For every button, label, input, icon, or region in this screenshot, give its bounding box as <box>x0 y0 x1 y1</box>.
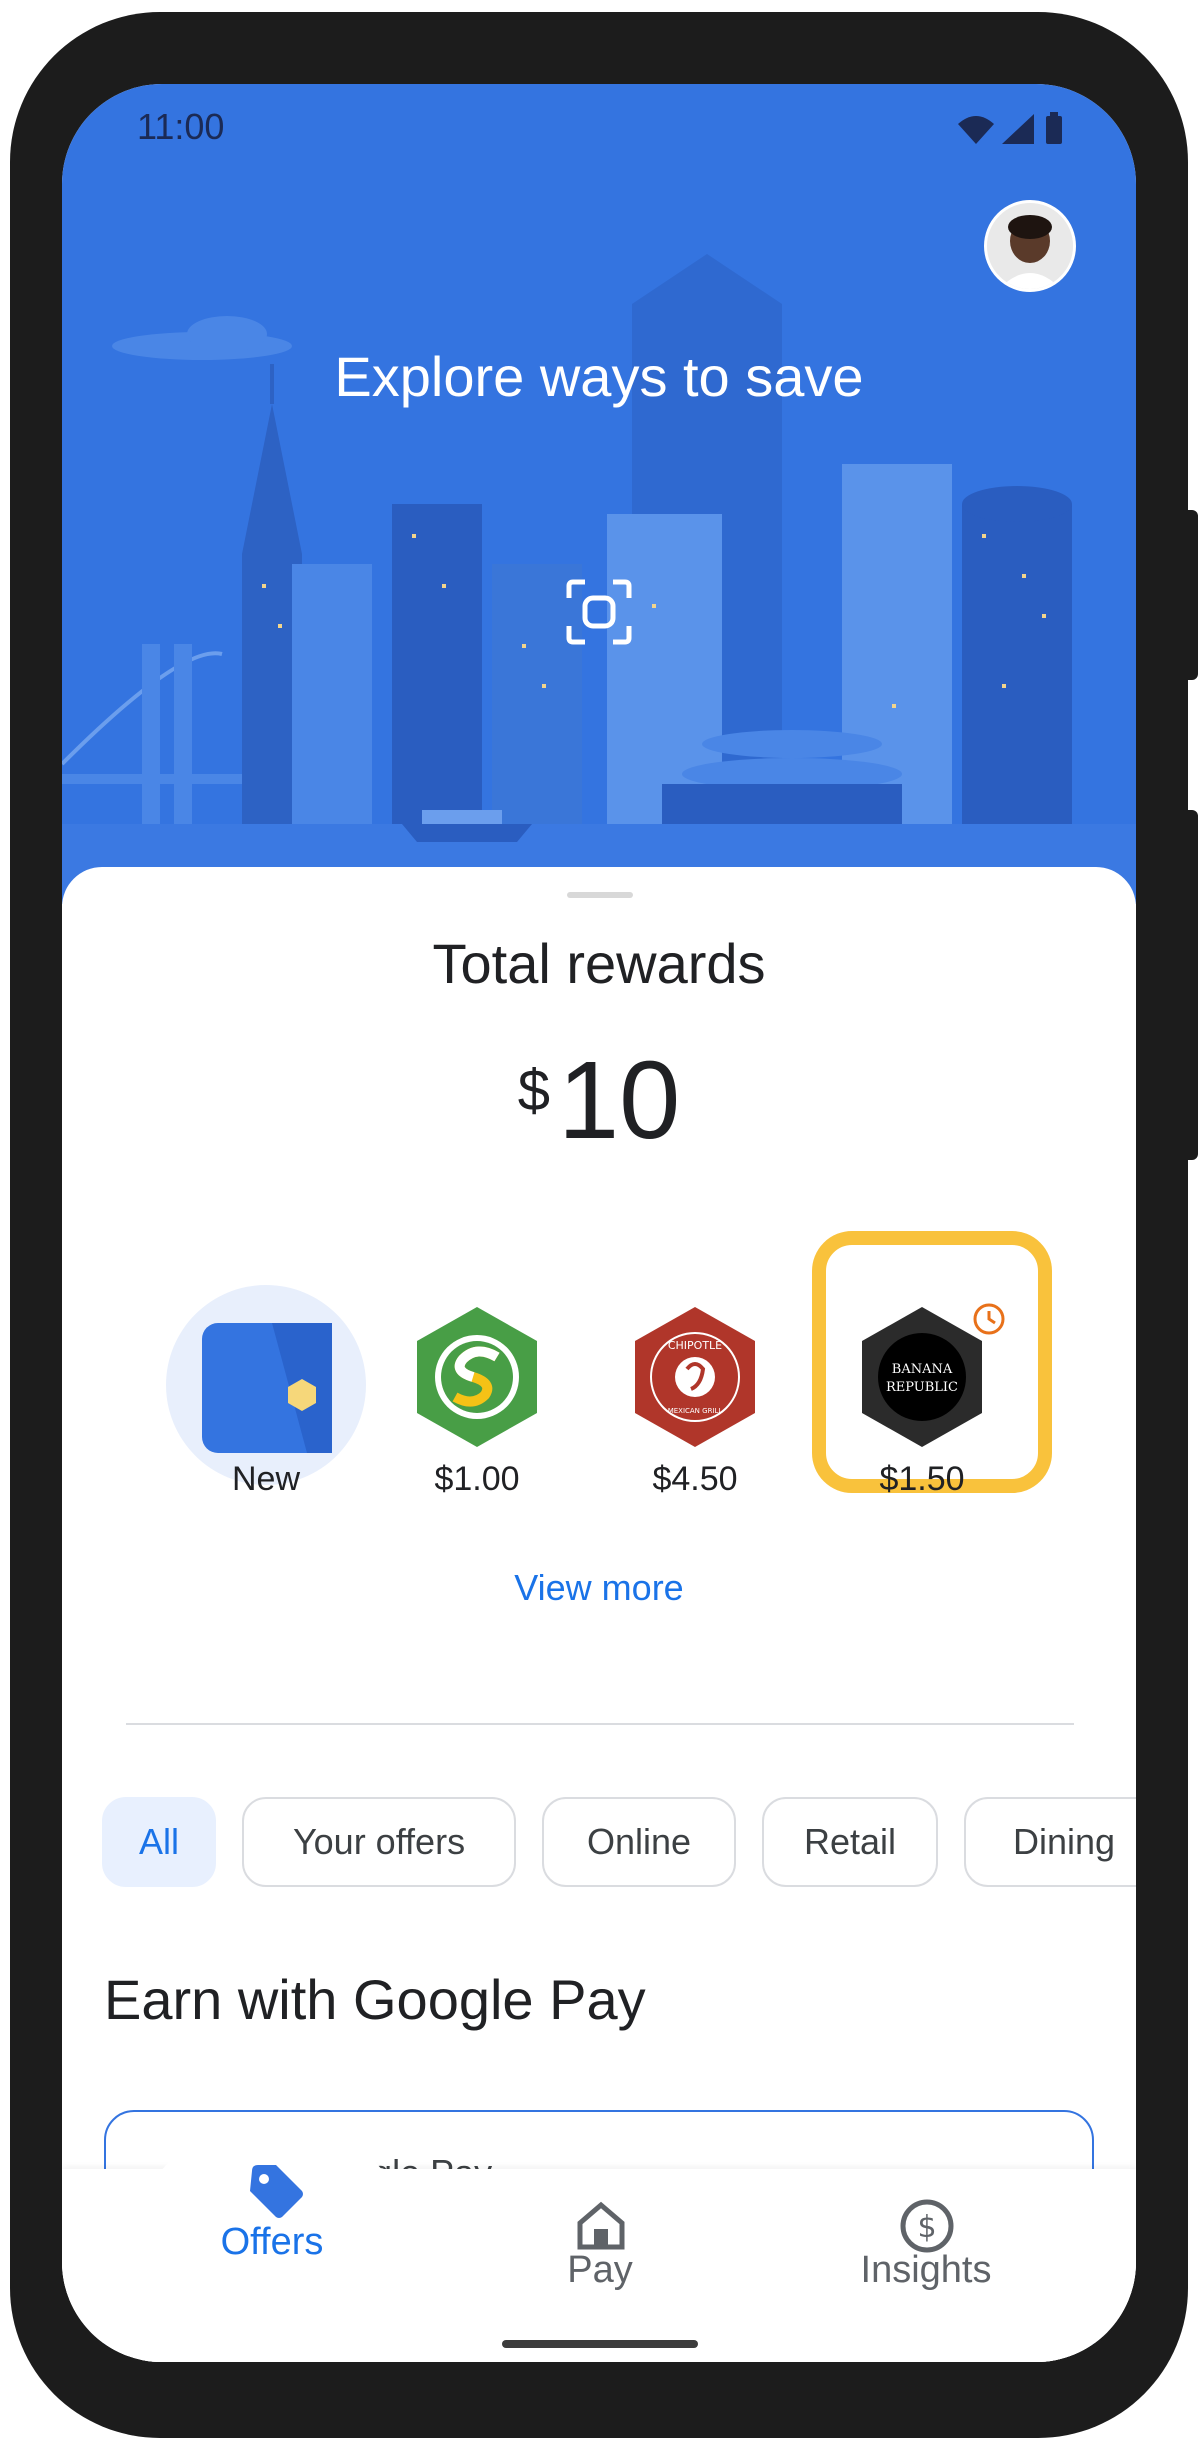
offers-tag-icon <box>250 2165 303 2218</box>
rewards-title: Total rewards <box>432 932 766 995</box>
reward-banana-republic[interactable]: BANANA REPUBLIC $1.50 <box>822 1285 1022 1505</box>
reward-chipotle[interactable]: CHIPOTLE MEXICAN GRILL $4.50 <box>595 1285 795 1505</box>
new-rewards-icon <box>202 1323 332 1453</box>
chipotle-text: CHIPOTLE <box>668 1339 722 1352</box>
reward-new[interactable]: New <box>166 1285 366 1505</box>
banana-text-1: BANANA <box>892 1362 953 1377</box>
reward-label: $4.50 <box>652 1460 738 1498</box>
total-rewards-amount: $10 <box>62 1037 1136 1164</box>
view-more-link[interactable]: View more <box>62 1567 1136 1609</box>
currency-symbol: $ <box>517 1058 550 1123</box>
person-icon <box>987 203 1073 289</box>
drag-handle[interactable] <box>567 892 633 898</box>
scan-icon[interactable] <box>565 578 633 646</box>
chip-your-offers[interactable]: Your offers <box>242 1797 516 1887</box>
city-skyline-illustration <box>62 254 1136 904</box>
reward-label: $1.00 <box>434 1460 520 1498</box>
nav-offers[interactable]: Offers <box>142 2165 402 2339</box>
status-icons <box>958 112 1062 144</box>
home-icon <box>577 2201 625 2250</box>
earn-section-title: Earn with Google Pay <box>104 1968 646 2031</box>
battery-icon <box>1046 116 1062 144</box>
bottom-navigation: Offers Pay $ Insights <box>62 2129 1136 2362</box>
hero-title: Explore ways to save <box>334 345 864 408</box>
volume-button <box>1180 810 1198 1160</box>
power-button <box>1180 510 1198 680</box>
reward-subway[interactable]: $1.00 <box>377 1285 577 1505</box>
wifi-icon <box>958 116 994 144</box>
chip-online[interactable]: Online <box>542 1797 736 1887</box>
status-time: 11:00 <box>137 106 225 147</box>
chip-all[interactable]: All <box>102 1797 216 1887</box>
nav-label: Insights <box>860 2249 992 2291</box>
screen: 11:00 Explore ways to save Total rewards… <box>62 84 1136 2362</box>
total-value: 10 <box>557 1039 681 1162</box>
profile-avatar[interactable] <box>984 200 1076 292</box>
svg-text:$: $ <box>917 2210 936 2245</box>
chip-retail[interactable]: Retail <box>762 1797 938 1887</box>
divider <box>126 1723 1074 1725</box>
nav-label: Pay <box>567 2249 633 2291</box>
home-indicator[interactable] <box>502 2340 698 2348</box>
dollar-circle-icon: $ <box>900 2199 954 2253</box>
hero-banner: 11:00 Explore ways to save <box>62 84 1136 904</box>
subway-logo <box>417 1307 537 1447</box>
banana-text-2: REPUBLIC <box>886 1380 958 1395</box>
nav-pay[interactable]: Pay <box>470 2169 730 2339</box>
nav-label: Offers <box>220 2221 324 2263</box>
signal-icon <box>1002 114 1034 144</box>
clock-icon <box>969 1299 1009 1339</box>
nav-insights[interactable]: $ Insights <box>796 2169 1056 2339</box>
reward-label: New <box>231 1460 301 1498</box>
chipotle-logo: CHIPOTLE MEXICAN GRILL <box>635 1307 755 1447</box>
chip-dining[interactable]: Dining <box>964 1797 1136 1887</box>
filter-chips: All Your offers Online Retail Dining <box>102 1797 1136 1893</box>
chipotle-sub-text: MEXICAN GRILL <box>668 1407 723 1415</box>
reward-label: $1.50 <box>879 1460 965 1498</box>
